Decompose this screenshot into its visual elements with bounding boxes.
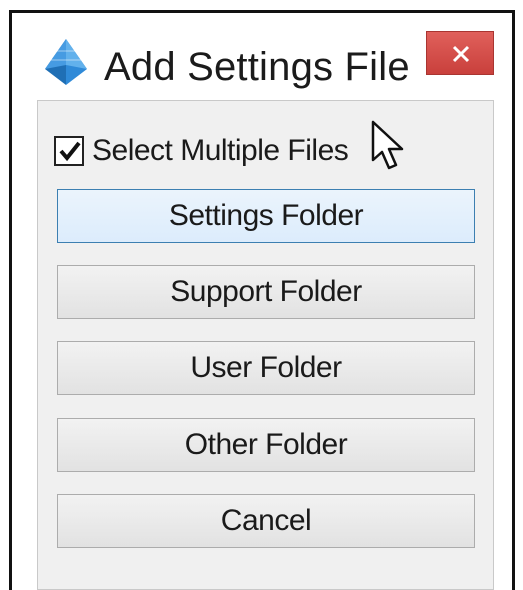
dialog-window: Add Settings File Select Multiple Files … (9, 10, 515, 590)
checkmark-icon (59, 141, 81, 162)
checkbox-box[interactable] (54, 136, 84, 166)
checkbox-label: Select Multiple Files (92, 134, 349, 167)
dialog-body: Select Multiple Files Settings Folder Su… (37, 100, 494, 590)
settings-folder-button[interactable]: Settings Folder (57, 189, 475, 243)
close-icon (452, 45, 470, 63)
dialog-title: Add Settings File (104, 45, 410, 89)
support-folder-button[interactable]: Support Folder (57, 265, 475, 319)
other-folder-button[interactable]: Other Folder (57, 418, 475, 472)
select-multiple-files-checkbox[interactable]: Select Multiple Files (54, 131, 349, 171)
pyramid-app-icon (45, 39, 87, 85)
close-button[interactable] (426, 31, 494, 75)
user-folder-button[interactable]: User Folder (57, 341, 475, 395)
cancel-button[interactable]: Cancel (57, 494, 475, 548)
title-bar[interactable]: Add Settings File (12, 13, 512, 95)
